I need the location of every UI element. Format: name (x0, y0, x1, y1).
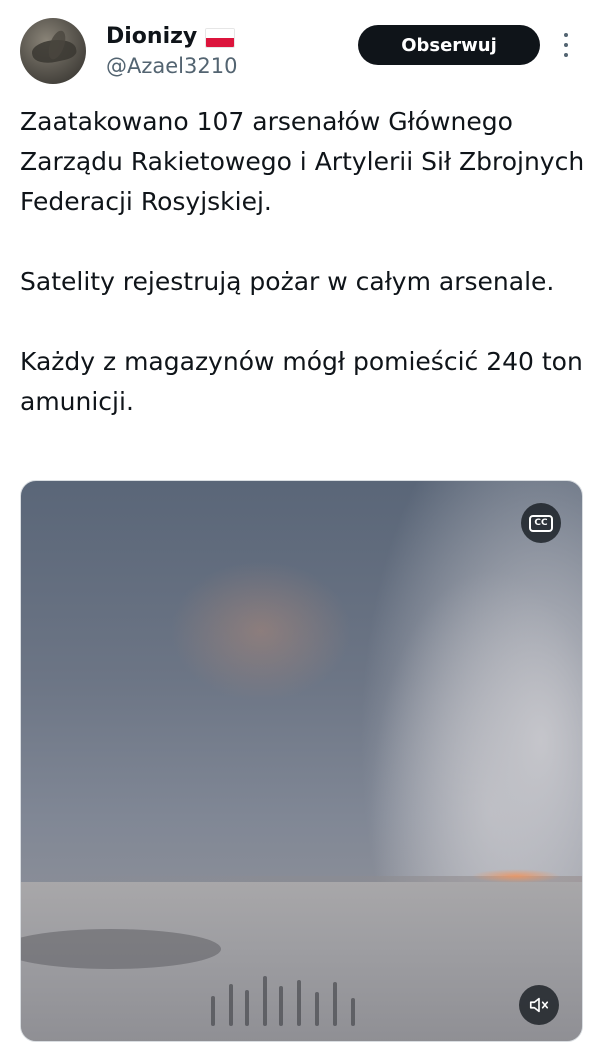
tweet-paragraph: Zaatakowano 107 arsenałów Głównego Zarzą… (20, 107, 585, 216)
tweet-paragraph: Satelity rejestrują pożar w całym arsena… (20, 267, 555, 296)
tweet-paragraph: Każdy z magazynów mógł pomieścić 240 ton… (20, 347, 583, 416)
video-frame-reeds (201, 956, 371, 1026)
more-options-icon[interactable] (560, 33, 572, 57)
tweet-text: Zaatakowano 107 arsenałów Głównego Zarzą… (20, 102, 585, 422)
muted-speaker-icon (529, 997, 549, 1013)
follow-button[interactable]: Obserwuj (358, 25, 540, 65)
video-frame-fire-glow (471, 869, 561, 883)
profile-avatar[interactable] (20, 18, 86, 84)
poland-flag-icon (205, 27, 236, 48)
mute-button[interactable] (519, 985, 559, 1025)
author-handle[interactable]: @Azael3210 (106, 54, 237, 78)
author-display-name[interactable]: Dionizy (106, 24, 197, 49)
closed-captions-button[interactable]: CC (521, 503, 561, 543)
closed-captions-icon: CC (529, 514, 553, 532)
video-player[interactable]: CC (20, 480, 583, 1042)
author-name-row[interactable]: Dionizy (106, 24, 236, 49)
